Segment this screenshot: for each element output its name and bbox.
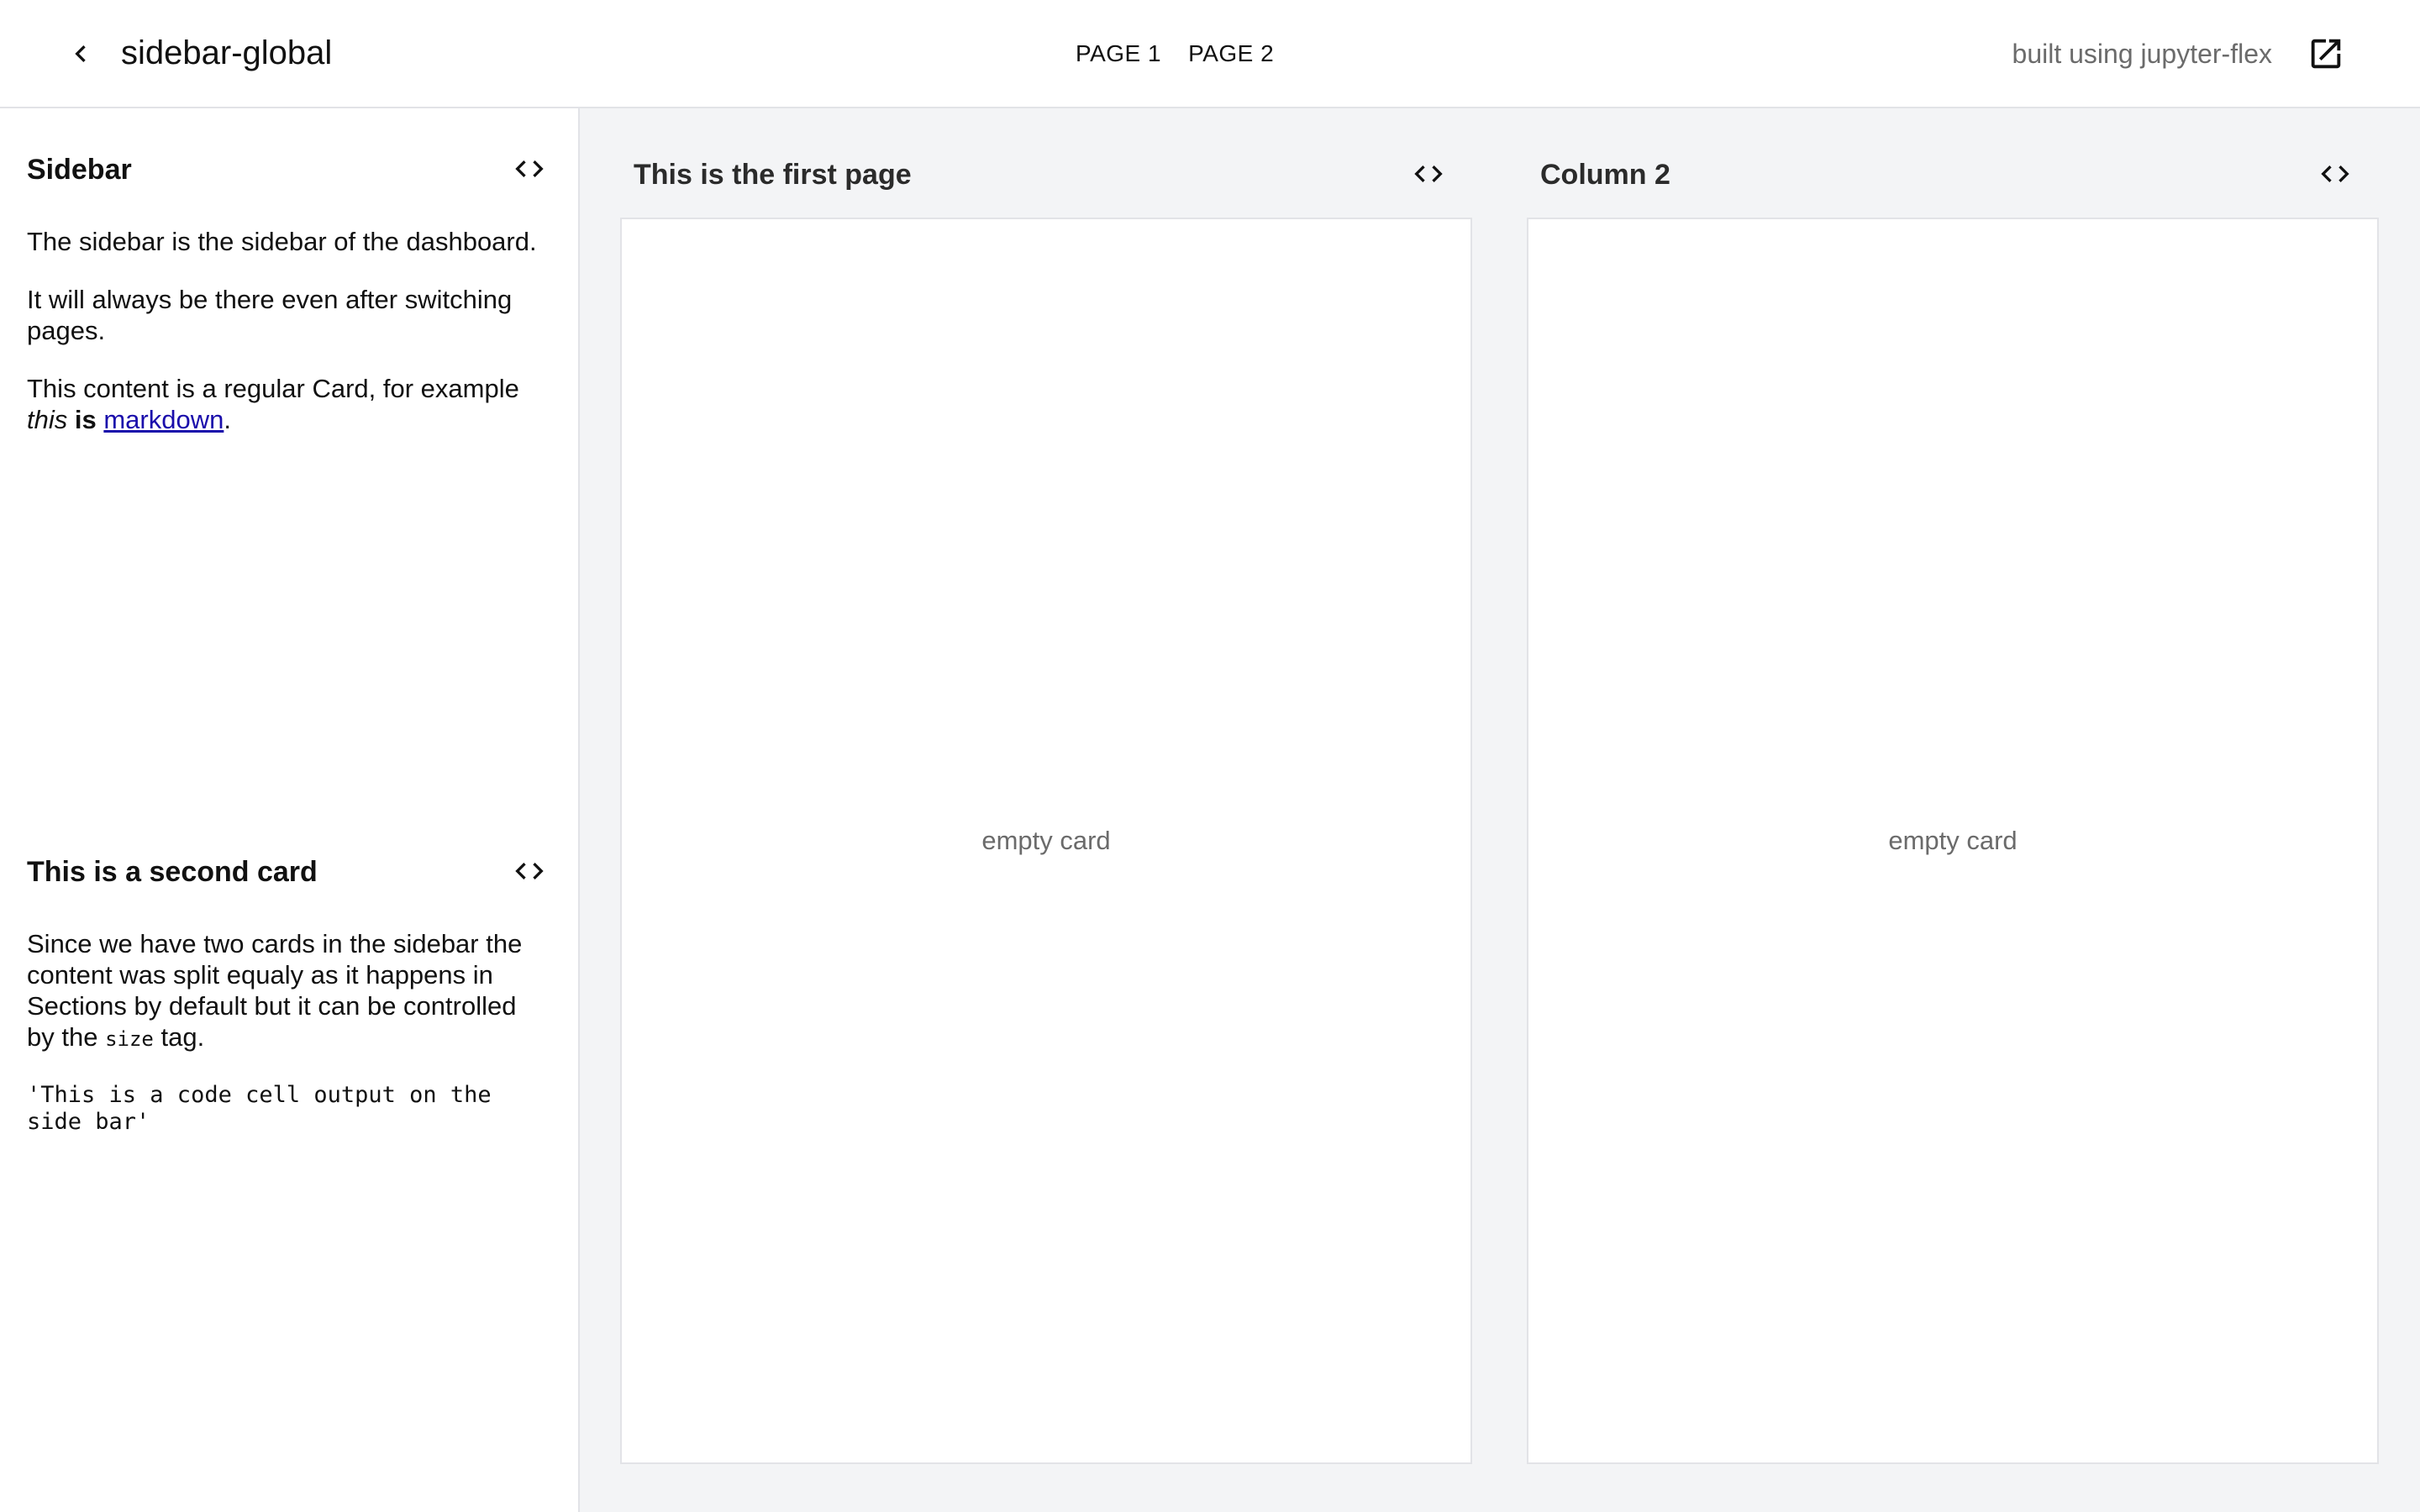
top-app-bar: sidebar-global PAGE 1 PAGE 2 built using… (0, 0, 2420, 108)
nav-page-1[interactable]: PAGE 1 (1076, 39, 1161, 69)
view-source-button[interactable] (511, 150, 548, 187)
page-nav: PAGE 1 PAGE 2 (1076, 39, 1274, 69)
view-source-button[interactable] (1410, 155, 1447, 192)
card-title: Column 2 (1540, 159, 1670, 191)
card-paragraph: Since we have two cards in the sidebar t… (27, 928, 548, 1055)
sidebar-card: This is a second card Since we have two … (27, 844, 548, 1136)
code-cell-output: 'This is a code cell output on the side … (27, 1082, 505, 1135)
code-icon (515, 863, 544, 879)
code-icon (515, 160, 544, 177)
card-panel: empty card (620, 218, 1472, 1464)
sidebar-card: Sidebar The sidebar is the sidebar of th… (27, 142, 548, 462)
paragraph-text: tag. (153, 1022, 205, 1052)
card-header: Sidebar (27, 142, 548, 202)
chevron-left-icon (75, 45, 86, 62)
built-using-link[interactable]: built using jupyter-flex (2012, 37, 2272, 71)
empty-card-text: empty card (1888, 826, 2018, 855)
view-source-button[interactable] (2317, 155, 2354, 192)
code-icon (1414, 165, 1443, 182)
emphasis-text: this (27, 405, 68, 434)
open-new-window-button[interactable] (2306, 34, 2346, 74)
open-in-new-icon (2311, 39, 2341, 69)
sidebar: Sidebar The sidebar is the sidebar of th… (0, 108, 580, 1512)
paragraph-text: Since we have two cards in the sidebar t… (27, 929, 523, 1052)
empty-card-text: empty card (981, 826, 1111, 855)
dashboard-title: sidebar-global (121, 34, 333, 71)
card-header: This is the first page (620, 108, 1472, 218)
inline-code: size (105, 1027, 154, 1051)
view-source-button[interactable] (511, 853, 548, 890)
back-button[interactable] (60, 34, 101, 74)
card-body: The sidebar is the sidebar of the dashbo… (27, 226, 548, 435)
card-panel: empty card (1527, 218, 2379, 1464)
card-header: This is a second card (27, 844, 548, 905)
card-body: Since we have two cards in the sidebar t… (27, 928, 548, 1136)
column: Column 2 empty card (1527, 108, 2379, 1512)
card-title: This is the first page (634, 159, 912, 191)
paragraph-text: This content is a regular Card, for exam… (27, 374, 519, 403)
paragraph-text: . (224, 405, 231, 434)
markdown-link[interactable]: markdown (103, 405, 224, 434)
dashboard-app: sidebar-global PAGE 1 PAGE 2 built using… (0, 0, 2420, 1512)
card-title: This is a second card (27, 856, 318, 888)
card-paragraph: This content is a regular Card, for exam… (27, 373, 548, 435)
card-header: Column 2 (1527, 108, 2379, 218)
card-paragraph: It will always be there even after switc… (27, 285, 513, 345)
nav-page-2[interactable]: PAGE 2 (1188, 39, 1274, 69)
card-title: Sidebar (27, 154, 132, 186)
card-paragraph: The sidebar is the sidebar of the dashbo… (27, 227, 537, 256)
code-icon (2321, 165, 2349, 182)
bold-text: is (74, 405, 97, 434)
column: This is the first page empty card (620, 108, 1472, 1512)
main-content: This is the first page empty card Column… (580, 108, 2420, 1512)
